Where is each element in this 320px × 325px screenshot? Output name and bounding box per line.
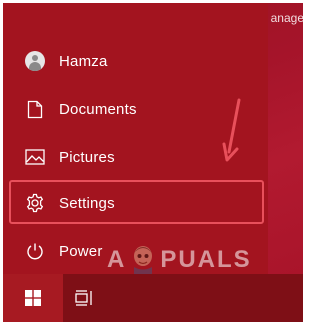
document-icon bbox=[25, 99, 45, 119]
taskbar bbox=[3, 274, 303, 322]
windows-logo-icon bbox=[25, 290, 41, 306]
screenshot-frame: anage Hamza Documents Pictures Settings … bbox=[3, 3, 303, 322]
task-view-button[interactable] bbox=[63, 274, 107, 322]
task-view-icon bbox=[75, 290, 92, 306]
start-button[interactable] bbox=[3, 274, 63, 322]
pictures-icon bbox=[25, 147, 45, 167]
start-menu-item-user[interactable]: Hamza bbox=[3, 37, 268, 85]
user-name-label: Hamza bbox=[59, 52, 108, 70]
power-icon bbox=[25, 241, 45, 261]
annotation-arrow bbox=[222, 98, 241, 162]
documents-label: Documents bbox=[59, 100, 137, 118]
background-window-text: anage bbox=[270, 11, 303, 25]
pictures-label: Pictures bbox=[59, 148, 115, 166]
power-label: Power bbox=[59, 242, 103, 260]
user-avatar-icon bbox=[25, 51, 45, 71]
settings-highlight-box bbox=[9, 180, 264, 224]
